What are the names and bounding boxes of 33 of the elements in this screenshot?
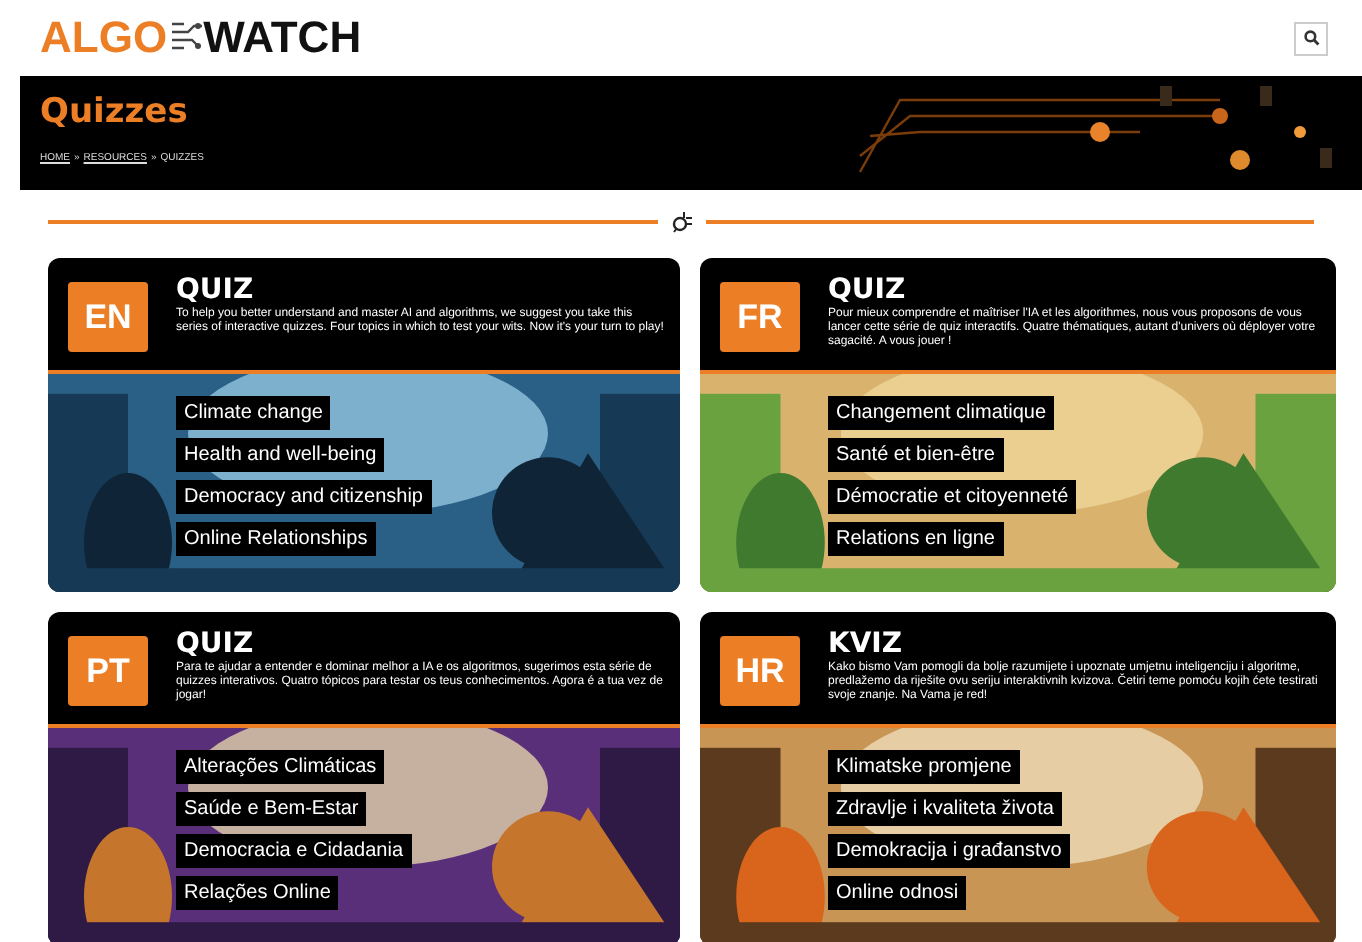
topic-link[interactable]: Democracia e Cidadania [176,834,412,868]
card-title: QUIZ [828,274,908,306]
topic-link[interactable]: Online Relationships [176,522,376,556]
topic-link[interactable]: Alterações Climáticas [176,750,385,784]
language-badge: EN [68,282,148,352]
card-title: QUIZ [176,628,256,660]
quiz-card[interactable] [48,258,680,592]
search-icon [1303,30,1319,46]
topic-link[interactable]: Climate change [176,396,331,430]
topic-link[interactable]: Demokracija i građanstvo [828,834,1070,868]
topic-link[interactable]: Klimatske promjene [828,750,1020,784]
search-button[interactable] [1294,21,1328,55]
card-title: QUIZ [176,274,256,306]
quiz-card[interactable] [48,612,680,942]
logo-text[interactable]: WATCH [203,16,362,60]
page-title: Quizzes [40,92,190,132]
card-title: KVIZ [828,628,905,660]
topic-link[interactable]: Democracy and citizenship [176,480,431,514]
topic-link[interactable]: Zdravlje i kvaliteta života [828,792,1062,826]
quiz-card[interactable] [700,612,1336,942]
language-badge: PT [68,636,148,706]
topic-link[interactable]: Online odnosi [828,876,967,910]
topic-link[interactable]: Saúde e Bem-Estar [176,792,367,826]
topic-link[interactable]: Relations en ligne [828,522,1003,556]
circuit-icon [669,210,693,234]
topic-link[interactable]: Démocratie et citoyenneté [828,480,1077,514]
topic-link[interactable]: Health and well-being [176,438,385,472]
topic-link[interactable]: Changement climatique [828,396,1055,430]
quiz-card[interactable] [700,258,1336,592]
topic-link[interactable]: Relações Online [176,876,339,910]
language-badge: HR [720,636,800,706]
language-badge: FR [720,282,800,352]
topic-link[interactable]: Santé et bien-être [828,438,1003,472]
